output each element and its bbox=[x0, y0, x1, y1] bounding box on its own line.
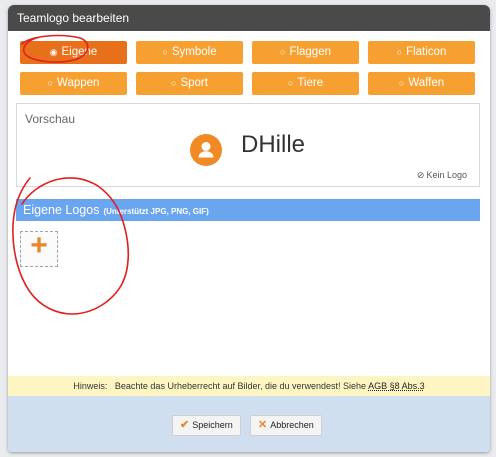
tab-label: Waffen bbox=[408, 77, 445, 89]
save-label: Speichern bbox=[192, 420, 233, 430]
tab-flaggen[interactable]: ○ Flaggen bbox=[252, 41, 359, 64]
ban-icon: ⊘ bbox=[416, 170, 425, 180]
no-logo-label: Kein Logo bbox=[426, 170, 467, 180]
user-icon bbox=[190, 134, 222, 166]
cancel-button[interactable]: ✕ Abbrechen bbox=[250, 415, 322, 436]
close-icon: ✕ bbox=[258, 419, 268, 431]
radio-icon: ○ bbox=[396, 47, 403, 57]
plus-icon: + bbox=[30, 229, 48, 262]
tab-symbole[interactable]: ○ Symbole bbox=[136, 41, 243, 64]
tab-label: Sport bbox=[180, 77, 208, 89]
agb-link[interactable]: AGB §8 Abs.3 bbox=[368, 381, 425, 391]
copyright-notice: Hinweis: Beachte das Urheberrecht auf Bi… bbox=[8, 376, 490, 396]
radio-icon: ○ bbox=[162, 47, 168, 57]
tab-tiere[interactable]: ○ Tiere bbox=[252, 72, 359, 95]
team-name: DHille bbox=[241, 131, 306, 158]
radio-icon: ○ bbox=[398, 78, 405, 88]
radio-selected-icon: ◉ bbox=[49, 47, 58, 57]
tab-label: Symbole bbox=[171, 46, 217, 58]
edit-team-logo-dialog: Teamlogo bearbeiten ◉ Eigene ○ Symbole ○ Fl… bbox=[8, 5, 490, 452]
dialog-title: Teamlogo bearbeiten bbox=[8, 5, 490, 31]
own-logos-title: Eigene Logos bbox=[23, 203, 100, 217]
save-button[interactable]: ✔ Speichern bbox=[172, 415, 241, 436]
check-icon: ✔ bbox=[180, 419, 190, 431]
add-logo-button[interactable]: + bbox=[20, 229, 58, 267]
notice-text: Beachte das Urheberrecht auf Bilder, die… bbox=[114, 381, 367, 391]
own-logos-header: Eigene Logos (Unterstützt JPG, PNG, GIF) bbox=[16, 199, 480, 221]
tab-eigene[interactable]: ◉ Eigene bbox=[20, 41, 127, 64]
cancel-label: Abbrechen bbox=[270, 420, 314, 430]
preview-label: Vorschau bbox=[25, 112, 76, 126]
tab-sport[interactable]: ○ Sport bbox=[136, 72, 243, 95]
tab-label: Flaggen bbox=[289, 46, 331, 58]
supported-formats-hint: (Unterstützt JPG, PNG, GIF) bbox=[103, 207, 209, 216]
radio-icon: ○ bbox=[280, 47, 286, 57]
radio-icon: ○ bbox=[47, 78, 54, 88]
tab-flaticon[interactable]: ○ Flaticon bbox=[368, 41, 475, 64]
tab-label: Wappen bbox=[57, 77, 100, 89]
no-logo-option[interactable]: ⊘ Kein Logo bbox=[417, 170, 467, 181]
radio-icon: ○ bbox=[287, 78, 294, 88]
tab-label: Tiere bbox=[297, 77, 324, 89]
tab-label: Flaticon bbox=[406, 46, 447, 58]
dialog-footer: ✔ Speichern ✕ Abbrechen bbox=[8, 396, 490, 452]
tab-label: Eigene bbox=[61, 46, 98, 58]
tab-wappen[interactable]: ○ Wappen bbox=[20, 72, 127, 95]
tab-waffen[interactable]: ○ Waffen bbox=[368, 72, 475, 95]
notice-label: Hinweis: bbox=[73, 381, 108, 391]
radio-icon: ○ bbox=[171, 78, 177, 88]
preview-panel: Vorschau DHille ⊘ Kein Logo bbox=[16, 103, 480, 187]
